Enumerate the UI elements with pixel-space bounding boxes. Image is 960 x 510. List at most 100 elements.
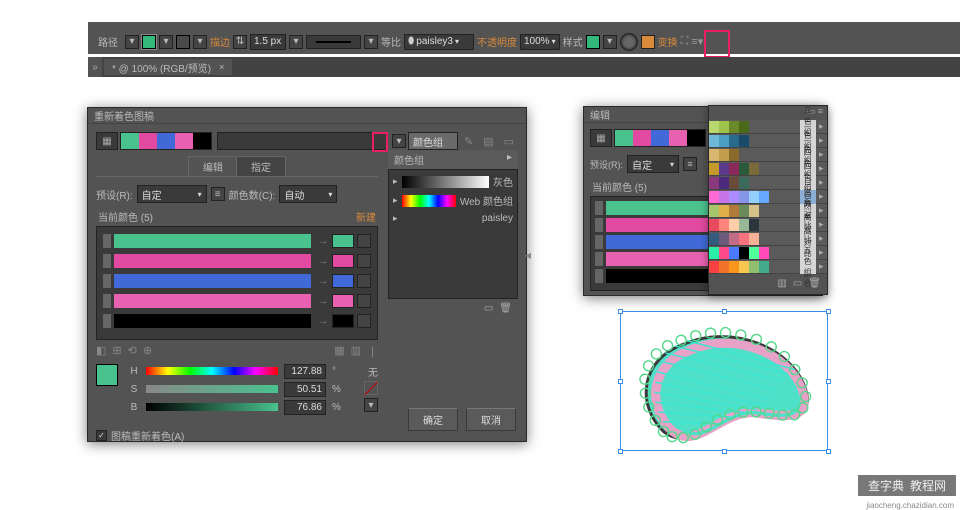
- preset-select[interactable]: 自定▾: [137, 185, 207, 203]
- swatch[interactable]: [687, 130, 705, 146]
- tool-icon[interactable]: ⊞: [112, 344, 121, 360]
- hue-slider[interactable]: [146, 367, 278, 377]
- ok-button[interactable]: 确定: [408, 408, 458, 431]
- bri-input[interactable]: [284, 400, 326, 415]
- style-swatch[interactable]: [586, 35, 600, 49]
- recolor-art-button[interactable]: [620, 33, 638, 51]
- folder-toggle-icon[interactable]: ▸: [393, 176, 398, 187]
- none-swatch[interactable]: [364, 381, 378, 395]
- swatch[interactable]: [669, 130, 687, 146]
- misc-icon-2[interactable]: ≡▾: [691, 35, 703, 48]
- preset-select[interactable]: 自定▾: [627, 155, 679, 173]
- color-row[interactable]: →: [103, 253, 371, 269]
- selection-handle[interactable]: [618, 309, 623, 314]
- toggle-icon[interactable]: ▸: [816, 135, 827, 146]
- select-tool-btn[interactable]: ▾: [125, 35, 139, 49]
- selection-handle[interactable]: [722, 309, 727, 314]
- color-row[interactable]: →: [103, 293, 371, 309]
- cancel-button[interactable]: 取消: [466, 408, 516, 431]
- src-color-bar[interactable]: [114, 274, 311, 288]
- misc-icon-1[interactable]: ⛶: [681, 35, 689, 48]
- trash-icon[interactable]: 🗑: [499, 303, 512, 314]
- web-swatch-row[interactable]: [402, 195, 456, 207]
- row-handle[interactable]: [103, 314, 111, 328]
- swatch[interactable]: [633, 130, 651, 146]
- gray-swatch-row[interactable]: [402, 176, 489, 188]
- picker-icon[interactable]: [357, 314, 371, 328]
- stroke-link-icon[interactable]: ⇅: [233, 35, 247, 49]
- tool-icon[interactable]: ▦: [334, 344, 344, 360]
- brush-profile-dd[interactable]: ⬮paisley3▾: [404, 34, 474, 50]
- color-row[interactable]: →: [103, 233, 371, 249]
- swatch[interactable]: [157, 133, 175, 149]
- dst-color[interactable]: [332, 254, 354, 268]
- src-color-bar[interactable]: [114, 234, 311, 248]
- swatch[interactable]: [121, 133, 139, 149]
- color-row[interactable]: →: [103, 273, 371, 289]
- picker-icon[interactable]: [357, 234, 371, 248]
- color-group-field[interactable]: 颜色组: [408, 132, 458, 150]
- tool-icon[interactable]: ⟲: [128, 344, 137, 360]
- picker-icon[interactable]: [357, 274, 371, 288]
- fill-dd[interactable]: ▾: [159, 35, 173, 49]
- toggle-icon[interactable]: ▸: [816, 219, 827, 230]
- close-icon[interactable]: ×: [219, 62, 224, 72]
- stroke-weight-dd[interactable]: ▾: [289, 35, 303, 49]
- dst-color[interactable]: [332, 294, 354, 308]
- row-handle[interactable]: [595, 269, 603, 283]
- dst-color[interactable]: [332, 274, 354, 288]
- stroke-dd[interactable]: ▾: [193, 35, 207, 49]
- swatch[interactable]: [139, 133, 157, 149]
- dst-color[interactable]: [332, 234, 354, 248]
- selection-handle[interactable]: [722, 449, 727, 454]
- artwork-colors-icon[interactable]: ▦: [590, 129, 612, 147]
- style-dd[interactable]: ▾: [603, 35, 617, 49]
- save-group-icon[interactable]: ▥: [777, 278, 786, 289]
- swatch[interactable]: [193, 133, 211, 149]
- folder-toggle-icon[interactable]: ▸: [393, 195, 398, 206]
- selection-handle[interactable]: [826, 309, 831, 314]
- dst-color[interactable]: [332, 314, 354, 328]
- new-link[interactable]: 新建: [356, 209, 376, 224]
- swatch[interactable]: [651, 130, 669, 146]
- selected-swatch[interactable]: [96, 364, 118, 386]
- color-group-dd[interactable]: ▾: [392, 134, 406, 148]
- src-color-bar[interactable]: [114, 254, 311, 268]
- stroke-weight-input[interactable]: [250, 34, 286, 50]
- src-color-bar[interactable]: [114, 294, 311, 308]
- toggle-icon[interactable]: ▸: [816, 205, 827, 216]
- row-handle[interactable]: [103, 254, 111, 268]
- color-count-select[interactable]: 自动▾: [279, 185, 337, 203]
- group-item[interactable]: 五色组合▸: [709, 260, 827, 274]
- row-handle[interactable]: [103, 294, 111, 308]
- paisley-artwork[interactable]: [604, 295, 844, 475]
- hue-input[interactable]: [284, 364, 326, 379]
- picker-icon[interactable]: [357, 254, 371, 268]
- color-mode-dd[interactable]: ▾: [364, 398, 378, 412]
- preset-menu-icon[interactable]: ≡: [211, 187, 225, 201]
- selection-handle[interactable]: [618, 379, 623, 384]
- toggle-icon[interactable]: ▸: [816, 177, 827, 188]
- src-color-bar[interactable]: [114, 314, 311, 328]
- opacity-dd[interactable]: 100%▾: [520, 34, 560, 50]
- row-handle[interactable]: [595, 218, 603, 232]
- preset-menu-icon[interactable]: ≡: [683, 157, 697, 171]
- swatch[interactable]: [615, 130, 633, 146]
- toggle-icon[interactable]: ▸: [816, 233, 827, 244]
- selection-handle[interactable]: [826, 379, 831, 384]
- row-handle[interactable]: [103, 234, 111, 248]
- stroke-style-dd[interactable]: ▾: [364, 35, 378, 49]
- collapse-icon[interactable]: ▸: [507, 152, 512, 167]
- swatch[interactable]: [175, 133, 193, 149]
- sat-input[interactable]: [284, 382, 326, 397]
- selection-handle[interactable]: [618, 449, 623, 454]
- dialog-titlebar[interactable]: 重新着色图稿: [88, 108, 526, 124]
- toggle-icon[interactable]: ▸: [816, 163, 827, 174]
- row-handle[interactable]: [103, 274, 111, 288]
- new-folder-icon[interactable]: ▭: [484, 303, 493, 314]
- save-disk-icon[interactable]: ▤: [483, 135, 493, 148]
- bri-slider[interactable]: [146, 403, 278, 413]
- stroke-swatch[interactable]: [176, 35, 190, 49]
- trash-icon[interactable]: 🗑: [808, 278, 821, 289]
- tool-icon[interactable]: ⊕: [143, 344, 152, 360]
